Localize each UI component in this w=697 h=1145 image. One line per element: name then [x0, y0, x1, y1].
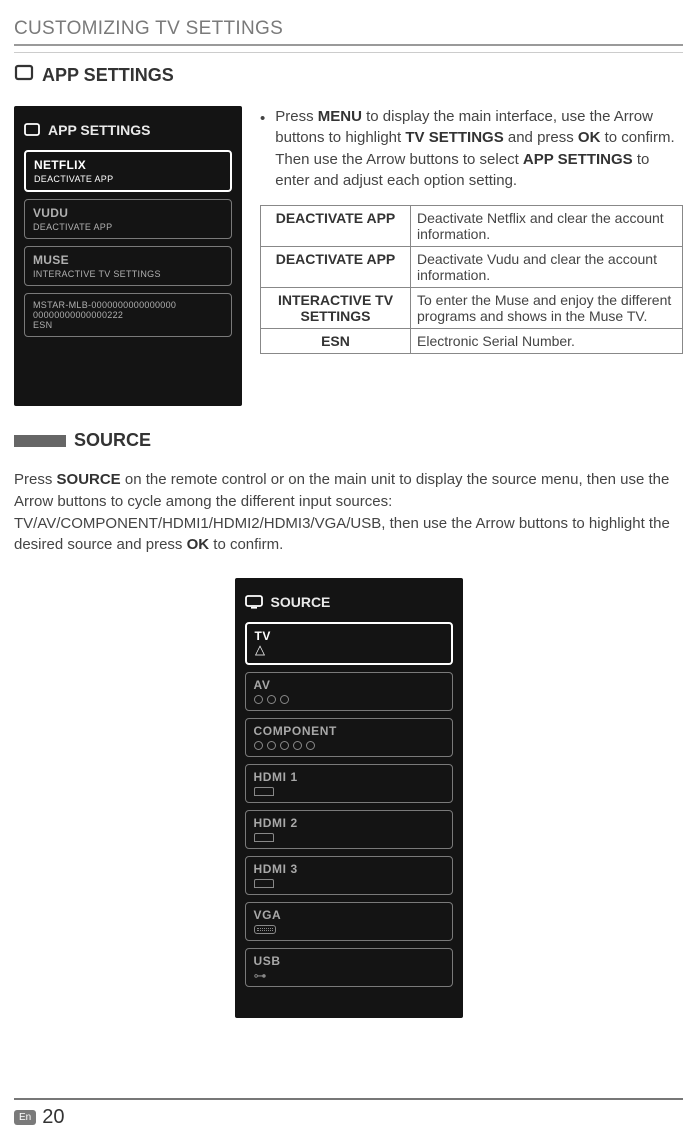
- source-item-vga[interactable]: VGA: [245, 902, 453, 941]
- hdmi-icon: [254, 787, 274, 796]
- source-label: AV: [254, 678, 444, 692]
- hdmi-icon: [254, 833, 274, 842]
- source-item-component[interactable]: COMPONENT: [245, 718, 453, 757]
- source-label: COMPONENT: [254, 724, 444, 738]
- hdmi-icon: [254, 879, 274, 888]
- section-heading-app-settings: APP SETTINGS: [14, 63, 683, 88]
- bar-icon: [14, 435, 66, 447]
- menu-item-netflix[interactable]: NETFLIX DEACTIVATE APP: [24, 150, 232, 192]
- panel-title: SOURCE: [245, 594, 453, 610]
- source-label: HDMI 1: [254, 770, 444, 784]
- source-item-hdmi1[interactable]: HDMI 1: [245, 764, 453, 803]
- menu-item-label: MUSE: [33, 253, 223, 267]
- page-footer: En 20: [0, 1098, 697, 1129]
- menu-item-label: VUDU: [33, 206, 223, 220]
- table-row: ESNElectronic Serial Number.: [261, 329, 683, 354]
- section-heading-source: SOURCE: [14, 430, 683, 451]
- source-item-tv[interactable]: TV ▽: [245, 622, 453, 665]
- instruction-text: Press MENU to display the main interface…: [275, 106, 683, 191]
- menu-item-sub: DEACTIVATE APP: [34, 174, 222, 184]
- divider: [14, 52, 683, 53]
- antenna-icon: ▽: [255, 646, 265, 657]
- menu-item-vudu[interactable]: VUDU DEACTIVATE APP: [24, 199, 232, 239]
- language-badge: En: [14, 1110, 36, 1125]
- tv-icon: [24, 123, 40, 137]
- monitor-icon: [245, 595, 263, 609]
- page-number: 20: [42, 1106, 64, 1129]
- source-label: USB: [254, 954, 444, 968]
- table-row: DEACTIVATE APPDeactivate Vudu and clear …: [261, 247, 683, 288]
- panel-title-text: SOURCE: [271, 594, 331, 610]
- menu-item-label: NETFLIX: [34, 158, 222, 172]
- component-icon: [254, 741, 444, 750]
- esn-line1: MSTAR-MLB-0000000000000000: [33, 300, 223, 310]
- source-label: TV: [255, 629, 443, 643]
- vga-icon: [254, 925, 276, 934]
- app-settings-description: • Press MENU to display the main interfa…: [260, 106, 683, 354]
- divider: [14, 44, 683, 46]
- source-heading: SOURCE: [74, 430, 151, 451]
- app-settings-panel: APP SETTINGS NETFLIX DEACTIVATE APP VUDU…: [14, 106, 242, 406]
- usb-icon: ⊶: [254, 971, 267, 980]
- menu-item-esn[interactable]: MSTAR-MLB-0000000000000000 0000000000000…: [24, 293, 232, 337]
- source-item-hdmi3[interactable]: HDMI 3: [245, 856, 453, 895]
- source-label: VGA: [254, 908, 444, 922]
- esn-line2: 00000000000000222: [33, 310, 223, 320]
- app-settings-heading: APP SETTINGS: [42, 65, 174, 86]
- square-icon: [14, 63, 34, 88]
- table-row: INTERACTIVE TV SETTINGSTo enter the Muse…: [261, 288, 683, 329]
- table-row: DEACTIVATE APPDeactivate Netflix and cle…: [261, 206, 683, 247]
- source-paragraph: Press SOURCE on the remote control or on…: [14, 469, 683, 556]
- menu-item-muse[interactable]: MUSE INTERACTIVE TV SETTINGS: [24, 246, 232, 286]
- panel-title: APP SETTINGS: [24, 122, 232, 138]
- bullet-icon: •: [260, 106, 265, 191]
- chapter-title: CUSTOMIZING TV SETTINGS: [14, 18, 683, 40]
- source-item-hdmi2[interactable]: HDMI 2: [245, 810, 453, 849]
- source-label: HDMI 3: [254, 862, 444, 876]
- source-panel: SOURCE TV ▽ AV COMPONENT HDMI 1 HDMI 2 H…: [235, 578, 463, 1018]
- source-label: HDMI 2: [254, 816, 444, 830]
- rca-icon: [254, 695, 444, 704]
- panel-title-text: APP SETTINGS: [48, 122, 150, 138]
- esn-line3: ESN: [33, 320, 223, 330]
- settings-table: DEACTIVATE APPDeactivate Netflix and cle…: [260, 205, 683, 354]
- menu-item-sub: DEACTIVATE APP: [33, 222, 223, 232]
- menu-item-sub: INTERACTIVE TV SETTINGS: [33, 269, 223, 279]
- source-item-av[interactable]: AV: [245, 672, 453, 711]
- source-item-usb[interactable]: USB ⊶: [245, 948, 453, 987]
